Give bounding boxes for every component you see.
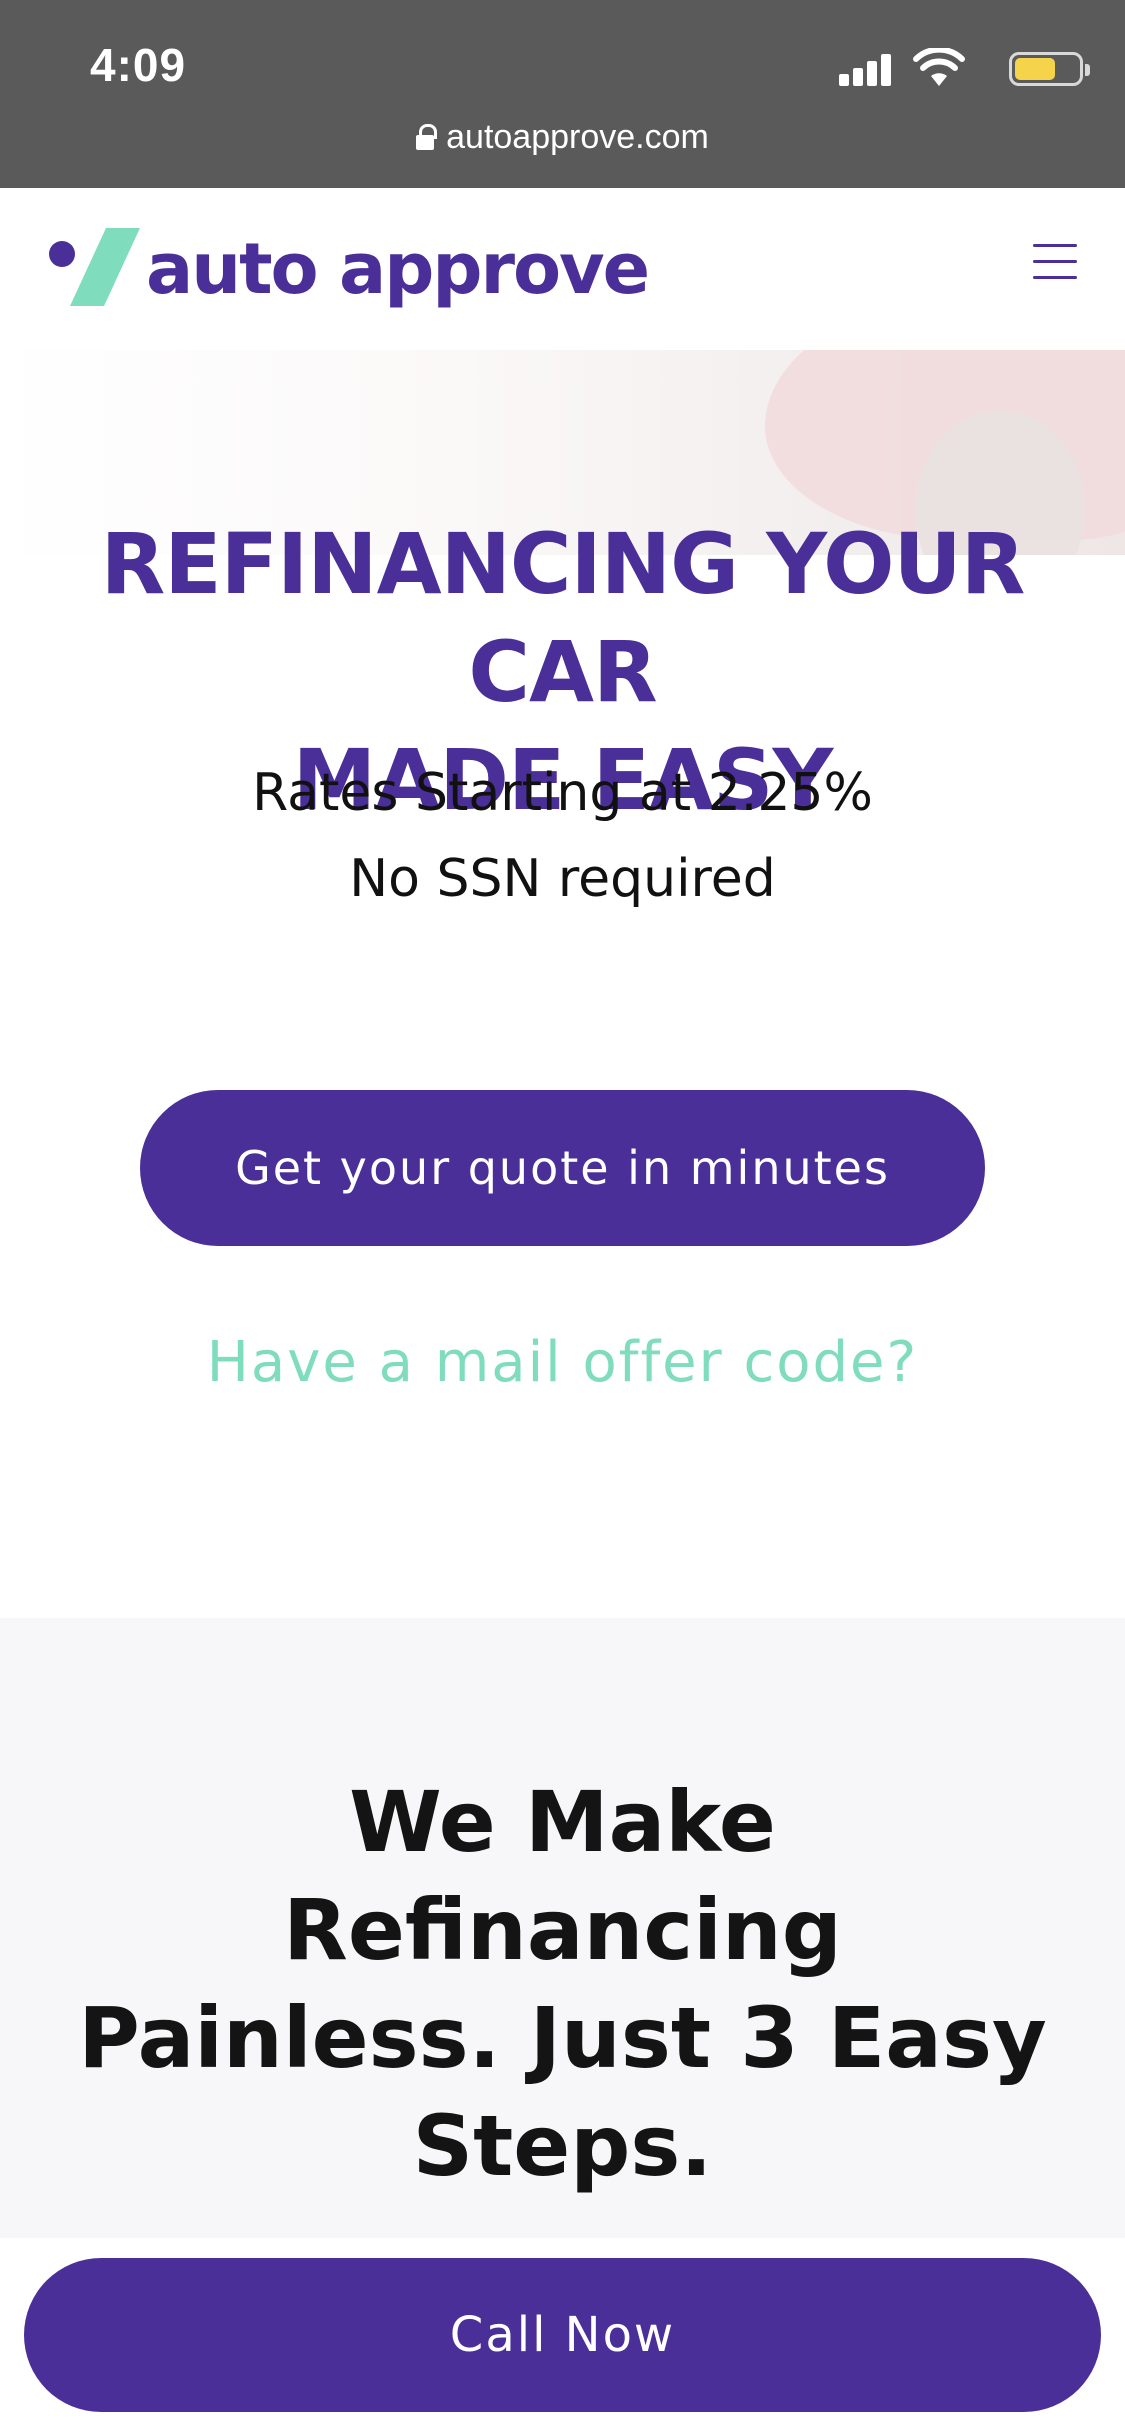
steps-section: We Make Refinancing Painless. Just 3 Eas… bbox=[0, 1618, 1125, 2238]
lock-icon bbox=[416, 124, 438, 150]
logo-text: auto approve bbox=[146, 228, 650, 310]
cellular-signal-icon bbox=[839, 52, 893, 86]
get-quote-button[interactable]: Get your quote in minutes bbox=[140, 1090, 985, 1246]
hamburger-menu-icon[interactable] bbox=[1033, 244, 1077, 280]
call-bar: Call Now bbox=[0, 2238, 1125, 2436]
call-now-button[interactable]: Call Now bbox=[24, 2258, 1101, 2412]
wifi-icon bbox=[913, 48, 965, 86]
rates-text: Rates Starting at 2.25% bbox=[252, 763, 873, 823]
home-indicator[interactable] bbox=[362, 2420, 764, 2434]
hero-title-line-1: REFINANCING YOUR CAR bbox=[100, 515, 1026, 721]
battery-level bbox=[1015, 58, 1055, 80]
hero-subtitle: Rates Starting at 2.25% No SSN required bbox=[0, 750, 1125, 922]
status-time: 4:09 bbox=[90, 39, 187, 91]
logo-mark-icon bbox=[49, 228, 140, 306]
address-bar[interactable]: autoapprove.com bbox=[0, 118, 1125, 157]
hero-section: REFINANCING YOUR CAR MADE EASY Rates Sta… bbox=[0, 350, 1125, 1618]
status-bar: 4:09 autoapprove.com bbox=[0, 0, 1125, 188]
site-header: auto approve bbox=[0, 188, 1125, 350]
steps-title: We Make Refinancing Painless. Just 3 Eas… bbox=[78, 1773, 1047, 2195]
url-text: autoapprove.com bbox=[446, 118, 709, 156]
battery-icon bbox=[1009, 52, 1090, 86]
no-ssn-text: No SSN required bbox=[349, 849, 776, 909]
mail-offer-code-link[interactable]: Have a mail offer code? bbox=[0, 1330, 1125, 1395]
